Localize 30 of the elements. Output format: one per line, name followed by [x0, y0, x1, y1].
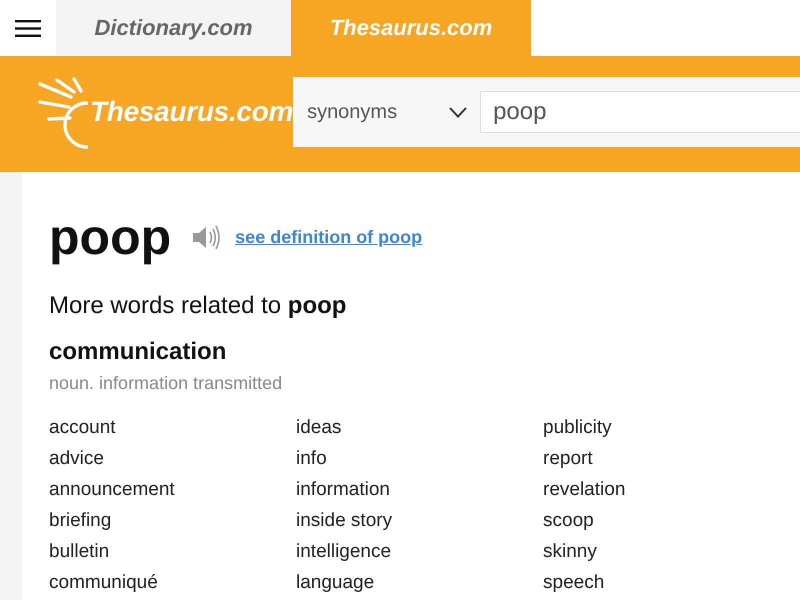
search-mode-dropdown[interactable]: synonyms [293, 77, 480, 147]
search-input[interactable]: poop [480, 91, 800, 133]
site-tab[interactable]: Dictionary.com [56, 0, 291, 56]
synonym-link[interactable]: info [296, 443, 327, 474]
sunburst-icon [38, 77, 88, 149]
synonym-link[interactable]: publicity [543, 412, 612, 443]
synonym-link[interactable]: information [296, 474, 390, 505]
synonym-link[interactable]: inside story [296, 505, 392, 536]
synonym-link[interactable]: ideas [296, 412, 342, 443]
speaker-icon[interactable] [192, 224, 220, 250]
synonym-link[interactable]: revelation [543, 474, 626, 505]
synonym-link[interactable]: announcement [49, 474, 175, 505]
synonym-link[interactable]: account [49, 412, 116, 443]
synonym-link[interactable]: scoop [543, 505, 594, 536]
synonym-link[interactable]: intelligence [296, 536, 392, 567]
synonym-link[interactable]: language [296, 567, 374, 598]
definition-link[interactable]: see definition of poop [235, 226, 422, 248]
synonym-link[interactable]: skinny [543, 536, 597, 567]
synonym-link[interactable]: report [543, 443, 593, 474]
synonym-link[interactable]: bulletin [49, 536, 110, 567]
synonym-link[interactable]: advice [49, 443, 104, 474]
synonym-link[interactable]: briefing [49, 505, 112, 536]
synonym-link[interactable]: speech [543, 567, 604, 598]
sense-title: communication [49, 337, 228, 367]
headword: poop [49, 208, 172, 267]
synonym-link[interactable]: communiqué [49, 567, 158, 598]
sense-definition: noun. information transmitted [49, 372, 284, 394]
chevron-down-icon [449, 106, 468, 118]
related-heading: More words related to poop [49, 291, 348, 321]
menu-icon [15, 20, 41, 36]
